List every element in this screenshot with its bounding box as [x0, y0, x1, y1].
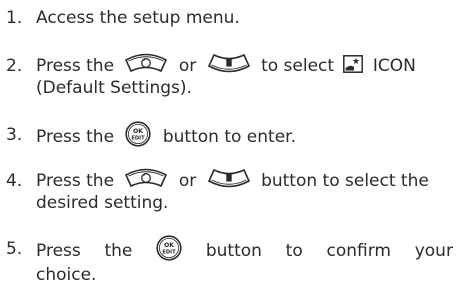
trash-down-button-icon: [206, 167, 252, 189]
step-number: 5.: [6, 239, 23, 259]
ok-edit-button-icon: OK EDIT: [125, 121, 152, 147]
ok-label: OK: [133, 128, 143, 135]
rotate-up-button-icon: [123, 52, 169, 74]
step-text: to select: [261, 56, 335, 76]
step-number: 2.: [6, 56, 23, 76]
ok-edit-button-icon: OK EDIT: [156, 235, 182, 261]
step-text: (Default Settings).: [36, 78, 192, 98]
step-text: Press the: [36, 56, 115, 76]
step-text: or: [178, 56, 197, 76]
step-text: Access the setup menu.: [36, 8, 240, 28]
rotate-up-button-icon: [123, 167, 169, 189]
step-number: 1.: [6, 8, 23, 28]
step-word: confirm: [326, 241, 391, 261]
step-word: your: [414, 241, 453, 261]
step-word: to: [285, 241, 303, 261]
default-settings-icon: [343, 55, 364, 73]
step-text: or: [178, 171, 197, 191]
step-number: 3.: [6, 125, 23, 145]
step-word: button: [205, 241, 262, 261]
step-word: the: [104, 241, 133, 261]
step-text: button to select the: [261, 171, 429, 191]
step-text: button to enter.: [162, 127, 296, 147]
step-number: 4.: [6, 171, 23, 191]
edit-label: EDIT: [132, 136, 146, 142]
trash-down-button-icon: [206, 52, 252, 74]
step-text: Press the: [36, 171, 115, 191]
ok-label: OK: [164, 242, 174, 249]
step-text: Press the: [36, 127, 115, 147]
step-word: Press: [36, 241, 81, 261]
edit-label: EDIT: [162, 250, 176, 256]
step-text: desired setting.: [36, 193, 169, 213]
step-text: ICON: [372, 56, 416, 76]
step-text: choice.: [36, 265, 97, 285]
